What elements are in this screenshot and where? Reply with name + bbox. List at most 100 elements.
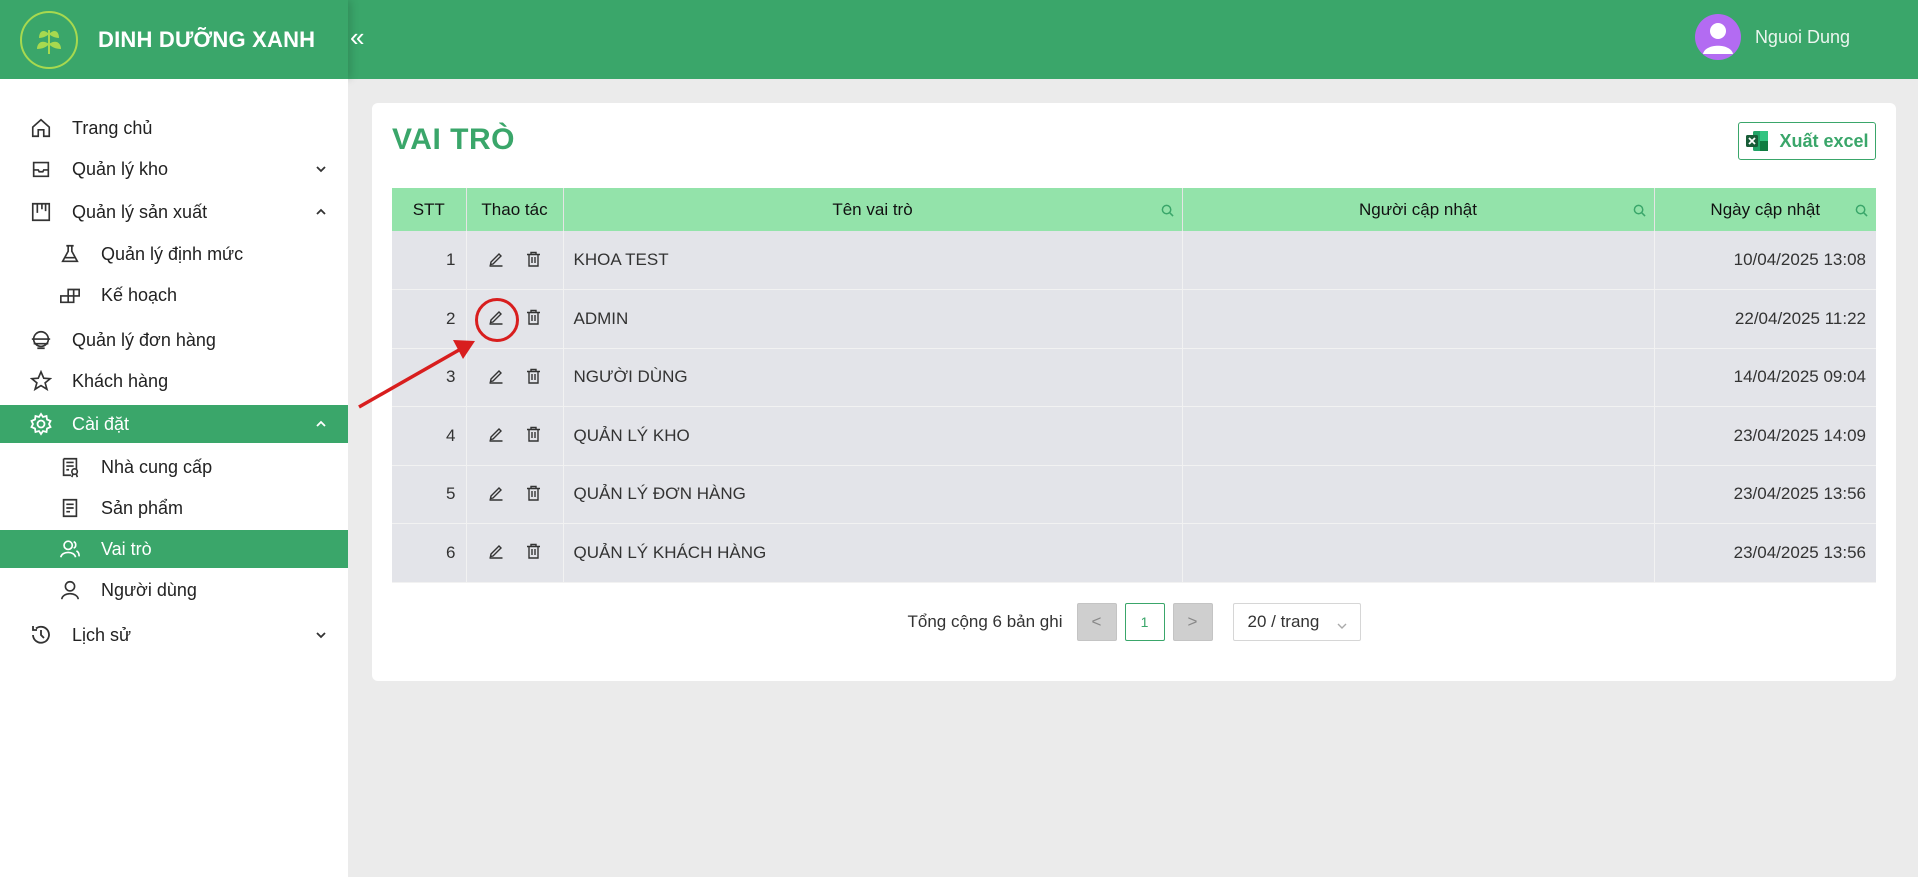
cell-stt: 1	[392, 231, 467, 290]
sidebar-item-roles[interactable]: Vai trò	[0, 530, 348, 568]
export-excel-label: Xuất excel	[1779, 130, 1869, 151]
cell-updated-by	[1182, 406, 1655, 466]
edit-icon[interactable]	[486, 424, 506, 444]
cell-role-name: QUẢN LÝ KHO	[563, 406, 1183, 466]
sidebar-item-label: Cài đặt	[72, 413, 130, 434]
flask-icon	[57, 241, 83, 267]
sidebar: Trang chủ Quản lý kho Quản lý sản xuất Q…	[0, 79, 348, 877]
delete-icon[interactable]	[524, 483, 544, 503]
cell-updated-by	[1182, 289, 1655, 349]
delete-icon[interactable]	[524, 541, 544, 561]
collapse-sidebar-button[interactable]: «	[350, 22, 370, 52]
export-excel-button[interactable]: Xuất excel	[1738, 122, 1876, 160]
cell-updated-by	[1182, 348, 1655, 407]
sidebar-item-settings[interactable]: Cài đặt	[0, 405, 348, 443]
sidebar-item-users[interactable]: Người dùng	[0, 571, 348, 609]
sidebar-item-products[interactable]: Sản phẩm	[0, 489, 348, 527]
cell-updated-at: 23/04/2025 13:56	[1654, 465, 1876, 524]
user-menu[interactable]: Nguoi Dung	[1694, 14, 1850, 60]
table-row: 5 QUẢN LÝ ĐƠN HÀNG 23/04/2025 13:56	[392, 465, 1876, 524]
column-header-updated-by: Người cập nhật	[1182, 188, 1655, 231]
sidebar-item-label: Quản lý sản xuất	[72, 201, 208, 222]
sidebar-item-production[interactable]: Quản lý sản xuất	[0, 193, 348, 231]
user-icon	[57, 577, 83, 603]
supplier-icon	[57, 454, 83, 480]
excel-icon	[1745, 129, 1769, 153]
next-page-button[interactable]: >	[1172, 603, 1213, 641]
leaf-logo-icon	[20, 10, 78, 69]
column-header-actions: Thao tác	[466, 188, 564, 231]
page-title: VAI TRÒ	[392, 123, 515, 156]
star-icon	[28, 368, 54, 394]
sidebar-item-plan[interactable]: Kế hoạch	[0, 276, 348, 314]
user-name[interactable]: Nguoi Dung	[1755, 27, 1850, 48]
cell-stt: 4	[392, 406, 467, 466]
product-icon	[57, 495, 83, 521]
sidebar-item-label: Vai trò	[101, 538, 152, 559]
production-icon	[28, 199, 54, 225]
column-header-role-name: Tên vai trò	[563, 188, 1183, 231]
cell-updated-at: 22/04/2025 11:22	[1654, 289, 1876, 349]
sidebar-item-label: Nhà cung cấp	[101, 456, 213, 477]
avatar[interactable]	[1694, 14, 1741, 60]
chevron-down-icon	[314, 162, 328, 176]
cell-updated-at: 23/04/2025 14:09	[1654, 406, 1876, 466]
cell-role-name: QUẢN LÝ KHÁCH HÀNG	[563, 523, 1183, 583]
sidebar-item-orders[interactable]: Quản lý đơn hàng	[0, 321, 348, 359]
gear-icon	[28, 411, 54, 437]
cell-updated-by	[1182, 523, 1655, 583]
sidebar-item-norms[interactable]: Quản lý định mức	[0, 235, 348, 273]
cell-updated-by	[1182, 231, 1655, 290]
delete-icon[interactable]	[524, 424, 544, 444]
table-row: 4 QUẢN LÝ KHO 23/04/2025 14:09	[392, 406, 1876, 466]
sidebar-item-label: Quản lý kho	[72, 158, 169, 179]
inbox-icon	[28, 156, 54, 182]
sidebar-item-label: Khách hàng	[72, 370, 169, 391]
table-header-row: STT Thao tác Tên vai trò Người cập nhật …	[392, 188, 1876, 231]
table-row: 3 NGƯỜI DÙNG 14/04/2025 09:04	[392, 348, 1876, 407]
cell-actions	[466, 465, 564, 524]
page-1-button[interactable]: 1	[1124, 603, 1165, 641]
cell-role-name: NGƯỜI DÙNG	[563, 348, 1183, 407]
sidebar-item-suppliers[interactable]: Nhà cung cấp	[0, 448, 348, 486]
prev-page-button[interactable]: <	[1076, 603, 1117, 641]
brand-name: DINH DƯỠNG XANH	[98, 26, 316, 52]
total-records: Tổng cộng 6 bản ghi	[907, 612, 1063, 631]
table-row: 6 QUẢN LÝ KHÁCH HÀNG 23/04/2025 13:56	[392, 523, 1876, 583]
sidebar-item-label: Quản lý đơn hàng	[72, 329, 216, 350]
delete-icon[interactable]	[524, 366, 544, 386]
sidebar-item-home[interactable]: Trang chủ	[0, 109, 348, 147]
edit-icon[interactable]	[486, 249, 506, 269]
sidebar-item-label: Lịch sử	[72, 624, 132, 645]
page-size-select[interactable]: 20 / trang	[1232, 603, 1361, 641]
cell-role-name: QUẢN LÝ ĐƠN HÀNG	[563, 465, 1183, 524]
search-icon[interactable]	[1633, 202, 1646, 217]
roles-icon	[57, 536, 83, 562]
plan-icon	[57, 282, 83, 308]
cell-stt: 5	[392, 465, 467, 524]
chevron-down-icon	[314, 628, 328, 642]
sidebar-item-label: Sản phẩm	[101, 497, 184, 518]
edit-icon[interactable]	[486, 541, 506, 561]
search-icon[interactable]	[1161, 202, 1174, 217]
table-row: 1 KHOA TEST 10/04/2025 13:08	[392, 231, 1876, 290]
cell-actions	[466, 231, 564, 290]
delete-icon[interactable]	[524, 249, 544, 269]
cell-actions	[466, 406, 564, 466]
pagination: Tổng cộng 6 bản ghi < 1 > 20 / trang	[372, 603, 1896, 641]
page-size-value: 20 / trang	[1247, 612, 1320, 631]
delete-icon[interactable]	[524, 307, 544, 327]
content-card: VAI TRÒ Xuất excel STT Thao tác Tên vai …	[372, 103, 1896, 681]
sidebar-item-warehouse[interactable]: Quản lý kho	[0, 150, 348, 188]
edit-icon[interactable]	[486, 483, 506, 503]
sidebar-item-label: Trang chủ	[72, 117, 153, 138]
table-row: 2 ADMIN 22/04/2025 11:22	[392, 289, 1876, 349]
cell-updated-at: 23/04/2025 13:56	[1654, 523, 1876, 583]
sidebar-item-history[interactable]: Lịch sử	[0, 616, 348, 654]
sidebar-item-customers[interactable]: Khách hàng	[0, 362, 348, 400]
cell-role-name: KHOA TEST	[563, 231, 1183, 290]
annotation-arrow	[358, 340, 475, 409]
edit-icon[interactable]	[486, 366, 506, 386]
search-icon[interactable]	[1855, 202, 1868, 217]
cell-updated-at: 14/04/2025 09:04	[1654, 348, 1876, 407]
